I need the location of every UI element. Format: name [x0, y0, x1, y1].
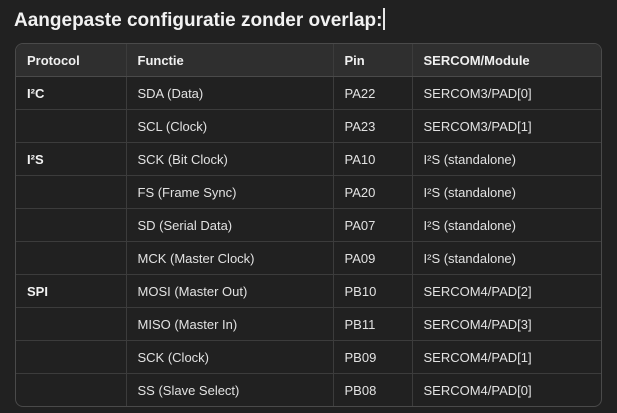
cell-protocol: [16, 241, 126, 275]
table-row: SCL (Clock) PA23 SERCOM3/PAD[1]: [16, 109, 601, 143]
chat-message: Aangepaste configuratie zonder overlap: …: [0, 0, 617, 413]
cell-pin: PA23: [332, 109, 412, 143]
cell-pin: PA22: [332, 76, 412, 110]
cell-protocol: [16, 374, 126, 407]
cell-pin: PA10: [332, 142, 412, 176]
cell-pin: PB08: [332, 373, 412, 406]
cell-module: I²S (standalone): [411, 175, 601, 209]
heading-text: Aangepaste configuratie zonder overlap:: [14, 10, 383, 31]
cell-function: SCK (Clock): [125, 340, 333, 374]
section-heading: Aangepaste configuratie zonder overlap:: [14, 8, 386, 34]
cell-protocol: [16, 175, 126, 209]
cell-function: MCK (Master Clock): [125, 241, 333, 275]
table-row: MCK (Master Clock) PA09 I²S (standalone): [16, 241, 601, 275]
cell-function: MOSI (Master Out): [125, 274, 333, 308]
cell-function: SCL (Clock): [125, 109, 333, 143]
cell-protocol: [16, 109, 126, 143]
table-row: I²S SCK (Bit Clock) PA10 I²S (standalone…: [16, 142, 601, 176]
cell-pin: PA20: [332, 175, 412, 209]
cell-function: SS (Slave Select): [125, 373, 333, 406]
cell-protocol: [16, 208, 126, 242]
pin-table-container: Protocol Functie Pin SERCOM/Module I²C S…: [15, 43, 602, 407]
cell-pin: PB10: [332, 274, 412, 308]
table-row: SS (Slave Select) PB08 SERCOM4/PAD[0]: [16, 373, 601, 407]
cell-protocol: [16, 307, 126, 341]
cell-function: SDA (Data): [125, 76, 333, 110]
table-row: FS (Frame Sync) PA20 I²S (standalone): [16, 175, 601, 209]
text-cursor: [383, 8, 386, 30]
cell-function: SD (Serial Data): [125, 208, 333, 242]
cell-function: FS (Frame Sync): [125, 175, 333, 209]
table-row: I²C SDA (Data) PA22 SERCOM3/PAD[0]: [16, 76, 601, 110]
cell-module: SERCOM3/PAD[1]: [411, 109, 601, 143]
cell-protocol: [16, 340, 126, 374]
cell-module: SERCOM4/PAD[0]: [411, 373, 601, 406]
header-function: Functie: [125, 44, 333, 77]
table-row: SD (Serial Data) PA07 I²S (standalone): [16, 208, 601, 242]
cell-function: SCK (Bit Clock): [125, 142, 333, 176]
table-row: MISO (Master In) PB11 SERCOM4/PAD[3]: [16, 307, 601, 341]
cell-module: SERCOM3/PAD[0]: [411, 76, 601, 110]
header-module: SERCOM/Module: [411, 44, 601, 77]
table-row: SCK (Clock) PB09 SERCOM4/PAD[1]: [16, 340, 601, 374]
cell-protocol: SPI: [16, 274, 126, 308]
cell-function: MISO (Master In): [125, 307, 333, 341]
cell-protocol: I²S: [16, 142, 126, 176]
table-row: SPI MOSI (Master Out) PB10 SERCOM4/PAD[2…: [16, 274, 601, 308]
cell-module: I²S (standalone): [411, 208, 601, 242]
cell-pin: PA07: [332, 208, 412, 242]
cell-protocol: I²C: [16, 76, 126, 110]
cell-module: I²S (standalone): [411, 241, 601, 275]
cell-pin: PB09: [332, 340, 412, 374]
header-protocol: Protocol: [16, 44, 126, 77]
cell-pin: PA09: [332, 241, 412, 275]
pin-table: Protocol Functie Pin SERCOM/Module I²C S…: [16, 44, 601, 406]
cell-module: SERCOM4/PAD[3]: [411, 307, 601, 341]
cell-module: SERCOM4/PAD[2]: [411, 274, 601, 308]
table-header-row: Protocol Functie Pin SERCOM/Module: [16, 44, 601, 77]
cell-module: SERCOM4/PAD[1]: [411, 340, 601, 374]
header-pin: Pin: [332, 44, 412, 77]
cell-module: I²S (standalone): [411, 142, 601, 176]
cell-pin: PB11: [332, 307, 412, 341]
